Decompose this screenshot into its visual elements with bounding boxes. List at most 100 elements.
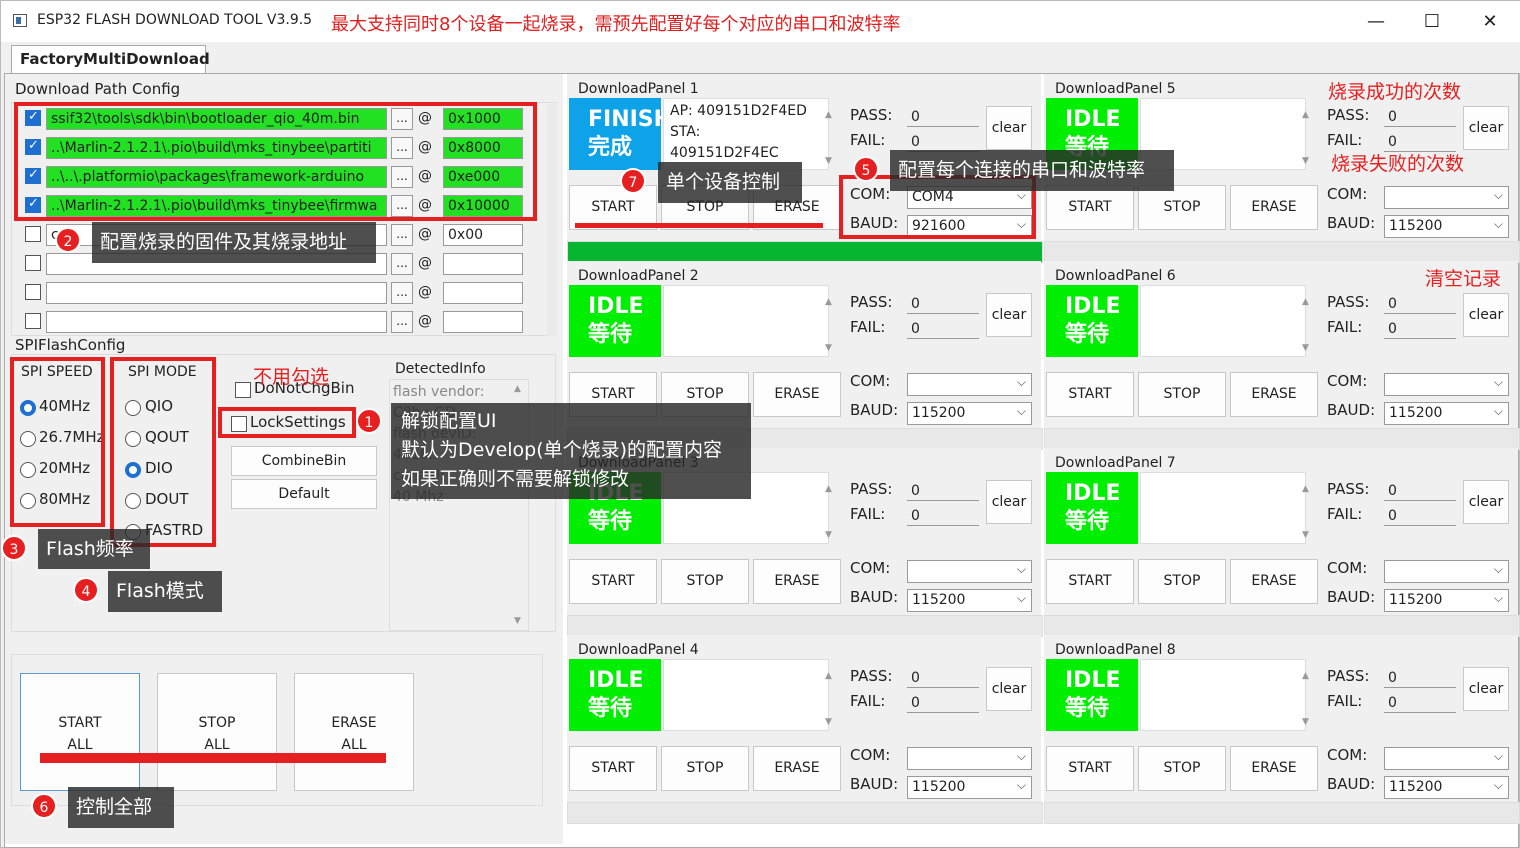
scroll-up-icon[interactable]: ▲ bbox=[825, 671, 832, 681]
fail-count: 0 bbox=[1384, 506, 1456, 526]
address-input[interactable] bbox=[443, 282, 523, 304]
erase-button[interactable]: ERASE bbox=[1230, 559, 1318, 604]
pass-count-annotation: 烧录成功的次数 bbox=[1328, 81, 1462, 103]
baud-select[interactable]: 115200 bbox=[907, 588, 1032, 612]
scroll-up-icon[interactable]: ▲ bbox=[1302, 297, 1309, 307]
baud-select[interactable]: 115200 bbox=[1384, 214, 1509, 238]
close-button[interactable]: ✕ bbox=[1467, 9, 1513, 35]
note-4: Flash模式 bbox=[108, 571, 222, 612]
com-select[interactable] bbox=[1384, 559, 1509, 583]
baud-select[interactable]: 115200 bbox=[1384, 401, 1509, 425]
erase-button[interactable]: ERASE bbox=[753, 372, 841, 417]
com-select[interactable] bbox=[907, 746, 1032, 770]
progress-bar bbox=[1044, 615, 1520, 637]
baud-label: BAUD: bbox=[850, 775, 899, 793]
pass-label: PASS: bbox=[850, 106, 893, 124]
download-panel-title: DownloadPanel 7 bbox=[1055, 455, 1176, 471]
at-sign: @ bbox=[418, 284, 432, 300]
note-7: 单个设备控制 bbox=[658, 162, 802, 203]
start-button[interactable]: START bbox=[569, 746, 657, 791]
start-button[interactable]: START bbox=[1046, 372, 1134, 417]
scroll-up-icon[interactable]: ▲ bbox=[1302, 110, 1309, 120]
browse-button[interactable]: ... bbox=[391, 224, 413, 246]
baud-select[interactable]: 115200 bbox=[1384, 775, 1509, 799]
combine-bin-button[interactable]: CombineBin bbox=[231, 446, 377, 476]
erase-all-button[interactable]: ERASE ALL bbox=[294, 673, 414, 791]
scroll-up-icon[interactable]: ▲ bbox=[825, 484, 832, 494]
erase-button[interactable]: ERASE bbox=[1230, 746, 1318, 791]
com-select[interactable] bbox=[907, 559, 1032, 583]
browse-button[interactable]: ... bbox=[391, 253, 413, 275]
maximize-button[interactable]: ☐ bbox=[1409, 9, 1455, 35]
scroll-down-icon[interactable]: ▼ bbox=[825, 530, 832, 540]
download-panel-title: DownloadPanel 4 bbox=[578, 642, 699, 658]
scroll-down-icon[interactable]: ▼ bbox=[1302, 530, 1309, 540]
scroll-up-icon[interactable]: ▲ bbox=[514, 384, 521, 394]
clear-button[interactable]: clear bbox=[986, 293, 1032, 337]
address-input[interactable] bbox=[443, 253, 523, 275]
progress-bar bbox=[567, 241, 1043, 263]
path-row-input[interactable] bbox=[46, 311, 387, 333]
erase-button[interactable]: ERASE bbox=[1230, 372, 1318, 417]
erase-button[interactable]: ERASE bbox=[753, 746, 841, 791]
scroll-down-icon[interactable]: ▼ bbox=[1302, 156, 1309, 166]
stop-all-button[interactable]: STOP ALL bbox=[157, 673, 277, 791]
start-button[interactable]: START bbox=[569, 559, 657, 604]
clear-button[interactable]: clear bbox=[1463, 106, 1509, 150]
erase-button[interactable]: ERASE bbox=[753, 559, 841, 604]
baud-select[interactable]: 115200 bbox=[1384, 588, 1509, 612]
fail-count: 0 bbox=[907, 506, 979, 526]
detected-info-label: DetectedInfo bbox=[395, 361, 486, 377]
clear-button[interactable]: clear bbox=[986, 667, 1032, 711]
scroll-down-icon[interactable]: ▼ bbox=[825, 717, 832, 727]
stop-button[interactable]: STOP bbox=[1138, 559, 1226, 604]
scroll-down-icon[interactable]: ▼ bbox=[514, 616, 521, 626]
start-button[interactable]: START bbox=[1046, 746, 1134, 791]
clear-button[interactable]: clear bbox=[1463, 667, 1509, 711]
default-button[interactable]: Default bbox=[231, 479, 377, 509]
path-row-checkbox[interactable] bbox=[25, 313, 41, 329]
stop-button[interactable]: STOP bbox=[661, 559, 749, 604]
com-select[interactable] bbox=[1384, 185, 1509, 209]
scroll-up-icon[interactable]: ▲ bbox=[825, 110, 832, 120]
path-scrollbar[interactable] bbox=[547, 104, 557, 336]
clear-button[interactable]: clear bbox=[1463, 293, 1509, 337]
scroll-down-icon[interactable]: ▼ bbox=[825, 156, 832, 166]
progress-bar bbox=[1044, 802, 1520, 824]
start-all-button[interactable]: START ALL bbox=[20, 673, 140, 791]
stop-button[interactable]: STOP bbox=[1138, 185, 1226, 230]
path-row-checkbox[interactable] bbox=[25, 255, 41, 271]
com-select[interactable] bbox=[1384, 746, 1509, 770]
clear-button[interactable]: clear bbox=[986, 480, 1032, 524]
scroll-up-icon[interactable]: ▲ bbox=[1302, 671, 1309, 681]
tab-factory-multi-download[interactable]: FactoryMultiDownload bbox=[11, 45, 210, 74]
do-not-chg-bin-checkbox[interactable] bbox=[235, 382, 251, 398]
browse-button[interactable]: ... bbox=[391, 311, 413, 333]
stop-button[interactable]: STOP bbox=[1138, 372, 1226, 417]
path-row-checkbox[interactable] bbox=[25, 284, 41, 300]
stop-button[interactable]: STOP bbox=[1138, 746, 1226, 791]
scroll-down-icon[interactable]: ▼ bbox=[825, 343, 832, 353]
clear-button[interactable]: clear bbox=[1463, 480, 1509, 524]
path-row-checkbox[interactable] bbox=[25, 226, 41, 242]
baud-select[interactable]: 115200 bbox=[907, 775, 1032, 799]
stop-button[interactable]: STOP bbox=[661, 746, 749, 791]
scroll-up-icon[interactable]: ▲ bbox=[825, 297, 832, 307]
com-select[interactable] bbox=[1384, 372, 1509, 396]
minimize-button[interactable]: — bbox=[1353, 9, 1399, 35]
address-input[interactable] bbox=[443, 311, 523, 333]
title-bar[interactable]: ESP32 FLASH DOWNLOAD TOOL V3.9.5 最大支持同时8… bbox=[1, 1, 1520, 42]
browse-button[interactable]: ... bbox=[391, 282, 413, 304]
erase-button[interactable]: ERASE bbox=[1230, 185, 1318, 230]
start-button[interactable]: START bbox=[1046, 559, 1134, 604]
path-row-input[interactable] bbox=[46, 282, 387, 304]
address-input[interactable]: 0x00 bbox=[443, 224, 523, 246]
scroll-down-icon[interactable]: ▼ bbox=[1302, 717, 1309, 727]
scroll-down-icon[interactable]: ▼ bbox=[1302, 343, 1309, 353]
clear-button[interactable]: clear bbox=[986, 106, 1032, 150]
pass-label: PASS: bbox=[1327, 293, 1370, 311]
baud-select[interactable]: 115200 bbox=[907, 401, 1032, 425]
com-select[interactable] bbox=[907, 372, 1032, 396]
scroll-up-icon[interactable]: ▲ bbox=[1302, 484, 1309, 494]
start-button[interactable]: START bbox=[1046, 185, 1134, 230]
